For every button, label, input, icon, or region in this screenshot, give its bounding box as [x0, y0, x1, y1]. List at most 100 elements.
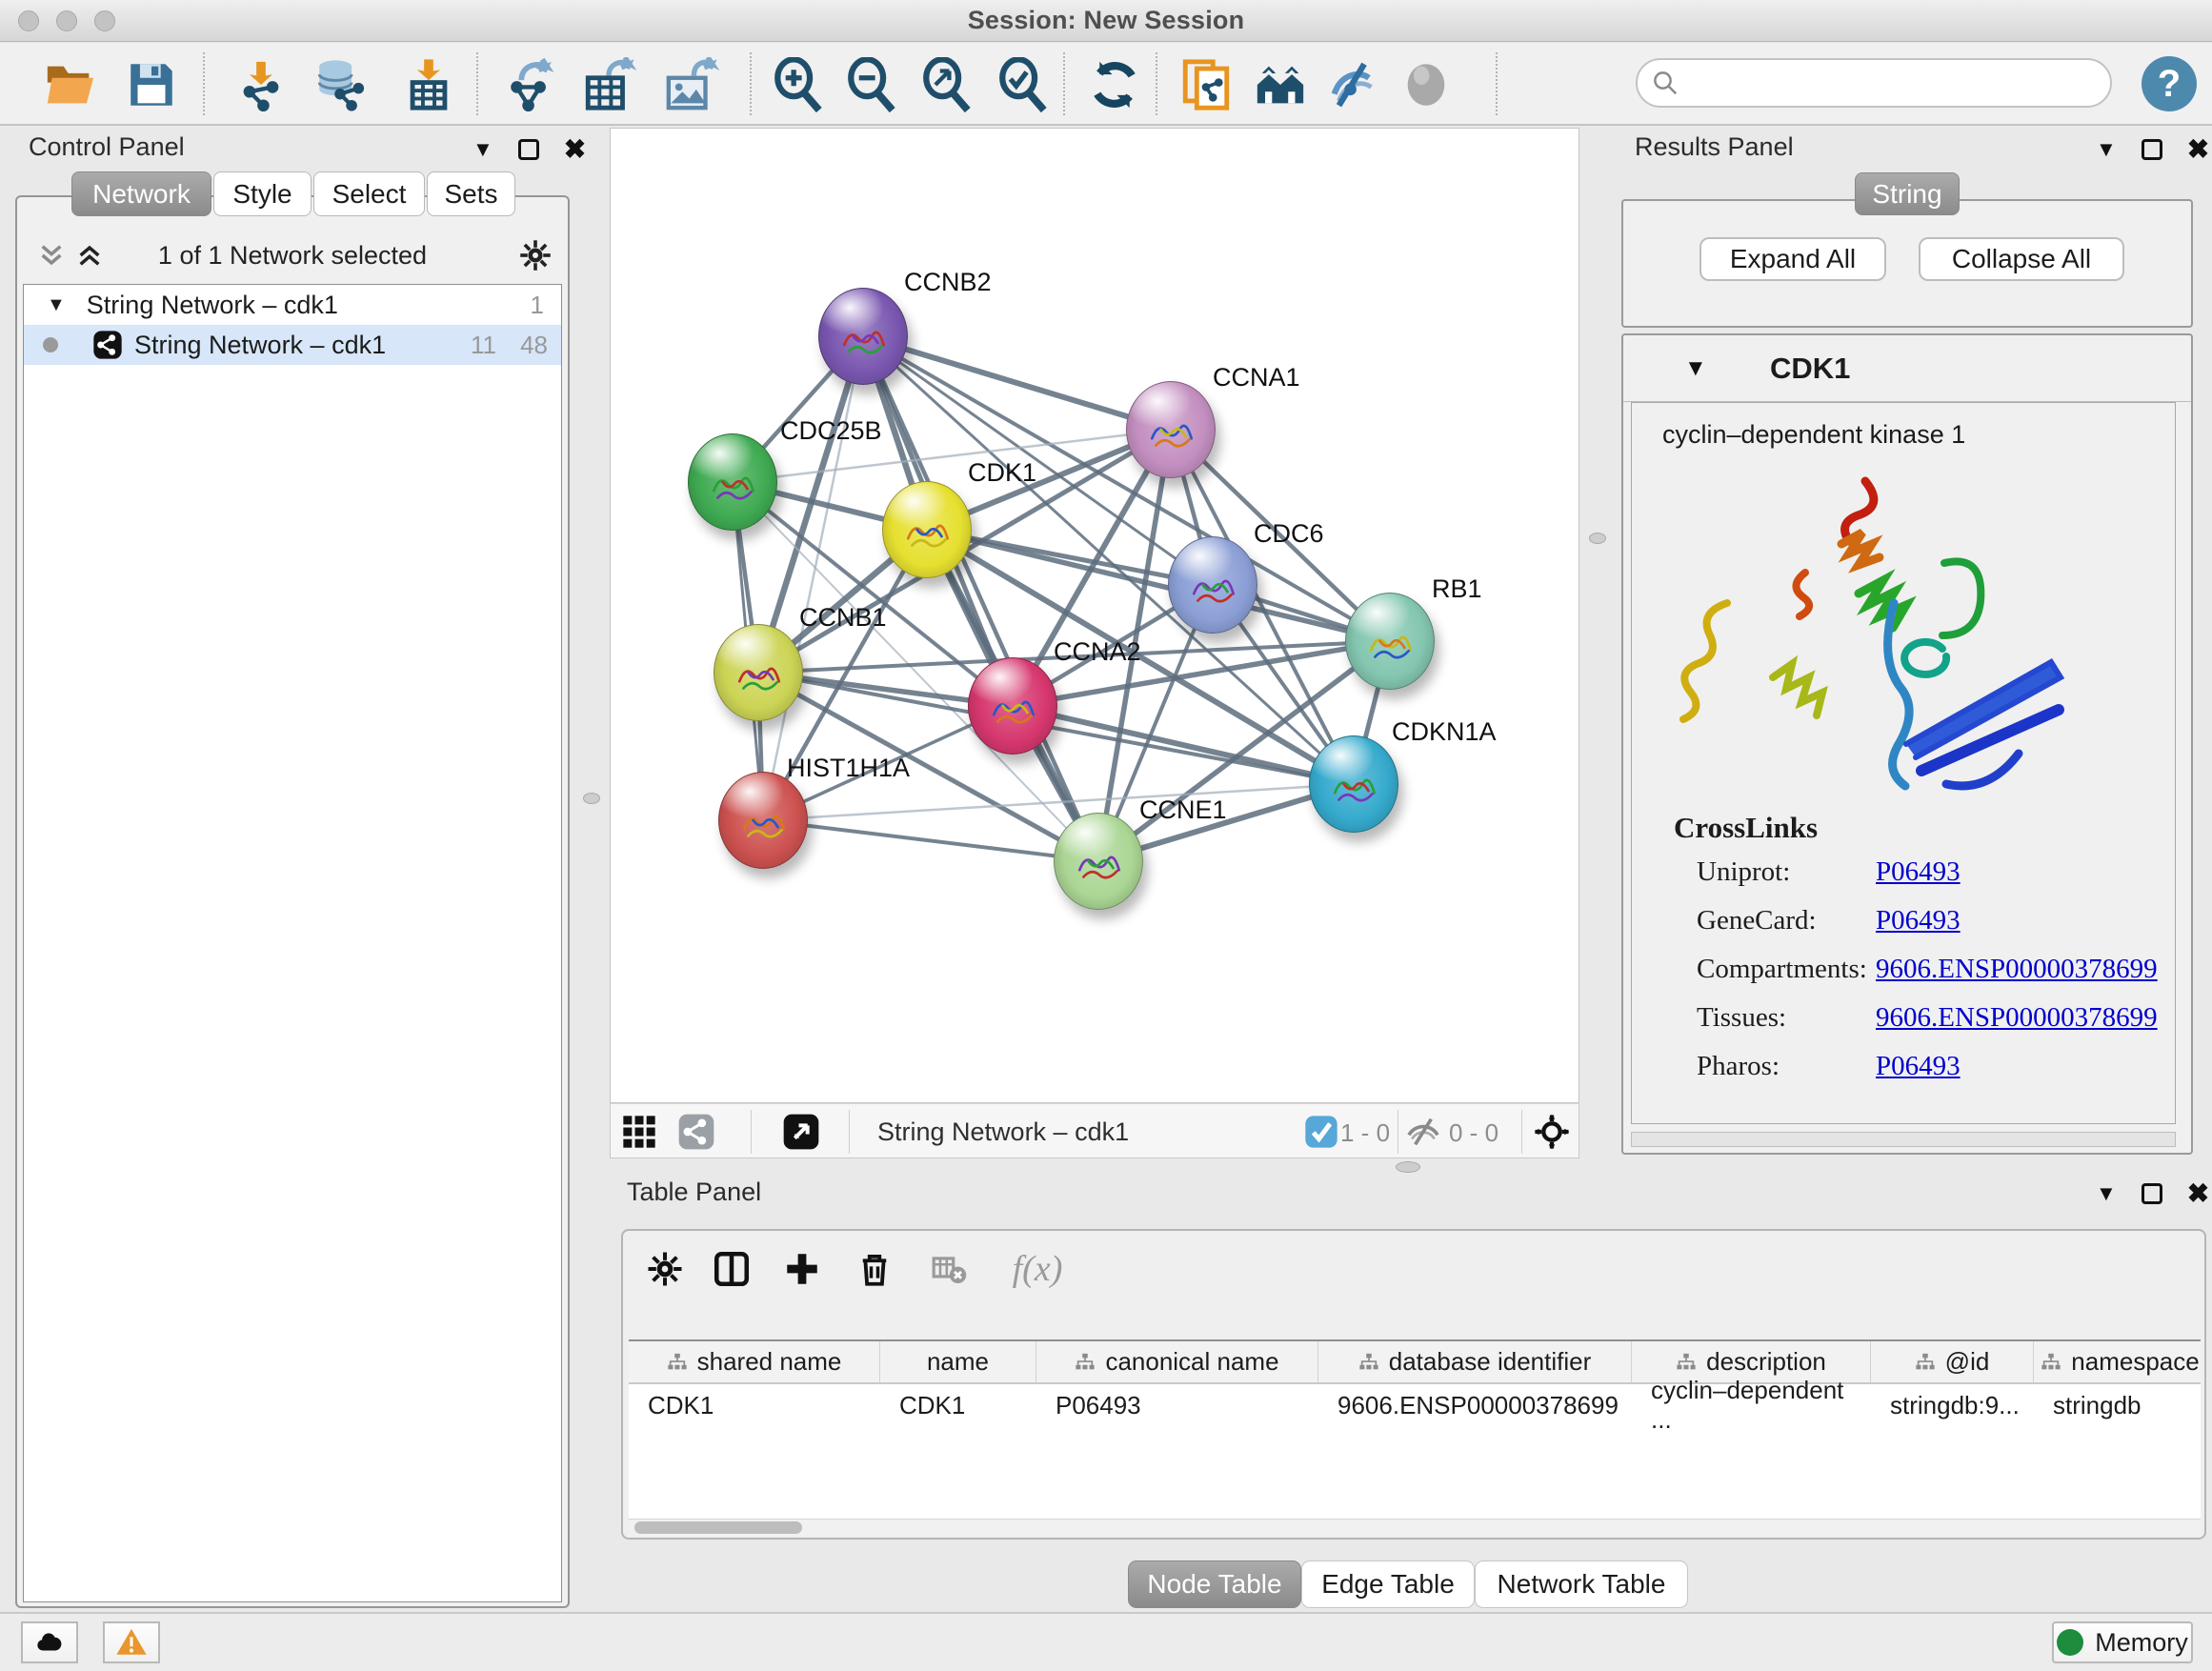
tab-sets[interactable]: Sets	[427, 171, 515, 216]
control-panel-float-icon[interactable]	[518, 139, 539, 160]
grid-view-icon[interactable]	[620, 1113, 658, 1151]
protein-thumbnail-icon	[836, 312, 892, 367]
network-node-rb1[interactable]	[1345, 593, 1435, 690]
network-node-ccne1[interactable]	[1054, 813, 1143, 910]
close-window-button[interactable]	[18, 10, 39, 31]
network-tree-row[interactable]: String Network – cdk11148	[24, 325, 561, 365]
memory-button[interactable]: Memory	[2052, 1621, 2193, 1663]
column-header-canonical-name[interactable]: canonical name	[1036, 1341, 1318, 1382]
table-panel-collapse-icon[interactable]: ▼	[2096, 1181, 2117, 1206]
network-node-cdc25b[interactable]	[688, 433, 777, 531]
node-label-rb1: RB1	[1432, 574, 1482, 604]
open-session-icon[interactable]	[40, 54, 101, 115]
import-network-icon[interactable]	[231, 54, 292, 115]
birdseye-view-icon[interactable]	[782, 1113, 820, 1151]
zoom-window-button[interactable]	[94, 10, 115, 31]
network-node-hist1h1a[interactable]	[718, 772, 808, 869]
results-entry-header[interactable]: ▼ CDK1	[1623, 335, 2191, 402]
entry-collapse-icon[interactable]: ▼	[1684, 355, 1707, 382]
right-splitter-handle[interactable]	[1589, 533, 1606, 544]
selected-checkbox-icon[interactable]	[1302, 1113, 1340, 1151]
help-button[interactable]: ?	[2142, 56, 2197, 111]
column-header-namespace[interactable]: namespace	[2034, 1341, 2201, 1382]
crosshair-icon[interactable]	[1533, 1113, 1571, 1151]
network-node-ccna1[interactable]	[1126, 381, 1216, 478]
apply-layout-icon[interactable]	[1084, 54, 1145, 115]
crosslink-link[interactable]: P06493	[1876, 1051, 1961, 1082]
column-header-label: @id	[1945, 1347, 1990, 1377]
network-node-cdkn1a[interactable]	[1309, 735, 1398, 833]
enhance-graphics-icon[interactable]	[1322, 54, 1383, 115]
results-panel-collapse-icon[interactable]: ▼	[2096, 137, 2117, 162]
search-input[interactable]	[1679, 69, 2110, 98]
export-image-icon[interactable]	[661, 54, 722, 115]
save-session-icon[interactable]	[121, 54, 182, 115]
results-entry-box: ▼ CDK1 cyclin–dependent kinase 1 CrossLi…	[1621, 333, 2193, 1155]
tab-network-table[interactable]: Network Table	[1475, 1560, 1688, 1608]
crosslink-link[interactable]: P06493	[1876, 856, 1961, 888]
tab-edge-table[interactable]: Edge Table	[1301, 1560, 1475, 1608]
column-header-database-identifier[interactable]: database identifier	[1318, 1341, 1632, 1382]
tab-select[interactable]: Select	[313, 171, 425, 216]
network-node-cdc6[interactable]	[1168, 536, 1257, 634]
table-row[interactable]: CDK1CDK1P064939606.ENSP00000378699cyclin…	[629, 1384, 2201, 1426]
show-columns-icon[interactable]	[707, 1244, 756, 1294]
export-network-icon[interactable]	[500, 54, 561, 115]
column-header--id[interactable]: @id	[1871, 1341, 2034, 1382]
tab-network[interactable]: Network	[71, 171, 211, 216]
add-column-icon[interactable]	[777, 1244, 827, 1294]
string-home-icon[interactable]	[1250, 54, 1311, 115]
network-tree-row[interactable]: ▼ String Network – cdk11	[24, 285, 561, 325]
network-node-cdk1[interactable]	[882, 481, 972, 578]
column-header-label: shared name	[697, 1347, 842, 1377]
column-header-name[interactable]: name	[880, 1341, 1036, 1382]
tab-node-table[interactable]: Node Table	[1128, 1560, 1301, 1608]
tree-expander-icon[interactable]: ▼	[47, 294, 66, 316]
warnings-button[interactable]	[103, 1621, 160, 1663]
tab-string[interactable]: String	[1855, 172, 1960, 215]
table-options-gear-icon[interactable]	[640, 1244, 690, 1294]
expand-all-button[interactable]: Expand All	[1699, 237, 1886, 281]
network-share-icon[interactable]	[677, 1113, 715, 1151]
control-panel-close-icon[interactable]: ✖	[564, 133, 586, 165]
import-table-icon[interactable]	[398, 54, 459, 115]
main-toolbar: ?	[0, 43, 2212, 126]
delete-column-icon[interactable]	[850, 1244, 899, 1294]
table-panel-float-icon[interactable]	[2142, 1183, 2162, 1204]
crosslink-row: Compartments:9606.ENSP00000378699	[1697, 954, 2163, 992]
network-node-ccna2[interactable]	[968, 657, 1057, 755]
zoom-selected-icon[interactable]	[993, 54, 1054, 115]
results-panel-float-icon[interactable]	[2142, 139, 2162, 160]
network-node-ccnb1[interactable]	[714, 624, 803, 721]
network-options-gear-icon[interactable]	[518, 238, 553, 272]
import-database-icon[interactable]	[310, 54, 371, 115]
results-scrollbar[interactable]	[1631, 1132, 2176, 1147]
warning-icon	[115, 1626, 148, 1659]
crosslink-link[interactable]: P06493	[1876, 905, 1961, 936]
control-panel-collapse-icon[interactable]: ▼	[473, 137, 493, 162]
column-header-shared-name[interactable]: shared name	[629, 1341, 880, 1382]
collapse-all-button[interactable]: Collapse All	[1919, 237, 2124, 281]
delete-table-icon[interactable]	[924, 1244, 974, 1294]
zoom-in-icon[interactable]	[768, 54, 829, 115]
zoom-out-icon[interactable]	[841, 54, 902, 115]
cloud-button[interactable]	[21, 1621, 78, 1663]
left-splitter-handle[interactable]	[583, 793, 600, 804]
tab-style[interactable]: Style	[213, 171, 312, 216]
table-hscrollbar-thumb[interactable]	[634, 1521, 802, 1534]
toolbar-separator	[1496, 52, 1498, 115]
show-graphics-details-icon[interactable]	[1396, 54, 1457, 115]
bottom-splitter-handle[interactable]	[1396, 1161, 1420, 1173]
export-table-icon[interactable]	[578, 54, 639, 115]
network-node-ccnb2[interactable]	[818, 288, 908, 385]
crosslink-link[interactable]: 9606.ENSP00000378699	[1876, 954, 2158, 985]
minimize-window-button[interactable]	[56, 10, 77, 31]
network-view[interactable]: CCNB2 CCNA1 CDC25B CDK1 CDC6 RB1 CCNB1 C…	[610, 128, 1579, 1103]
results-panel-close-icon[interactable]: ✖	[2187, 133, 2209, 165]
hidden-eye-icon[interactable]	[1404, 1113, 1442, 1151]
crosslink-link[interactable]: 9606.ENSP00000378699	[1876, 1002, 2158, 1034]
function-builder-icon[interactable]: f(x)	[995, 1244, 1080, 1294]
first-neighbors-icon[interactable]	[1176, 54, 1237, 115]
table-panel-close-icon[interactable]: ✖	[2187, 1178, 2209, 1209]
zoom-fit-icon[interactable]	[916, 54, 977, 115]
